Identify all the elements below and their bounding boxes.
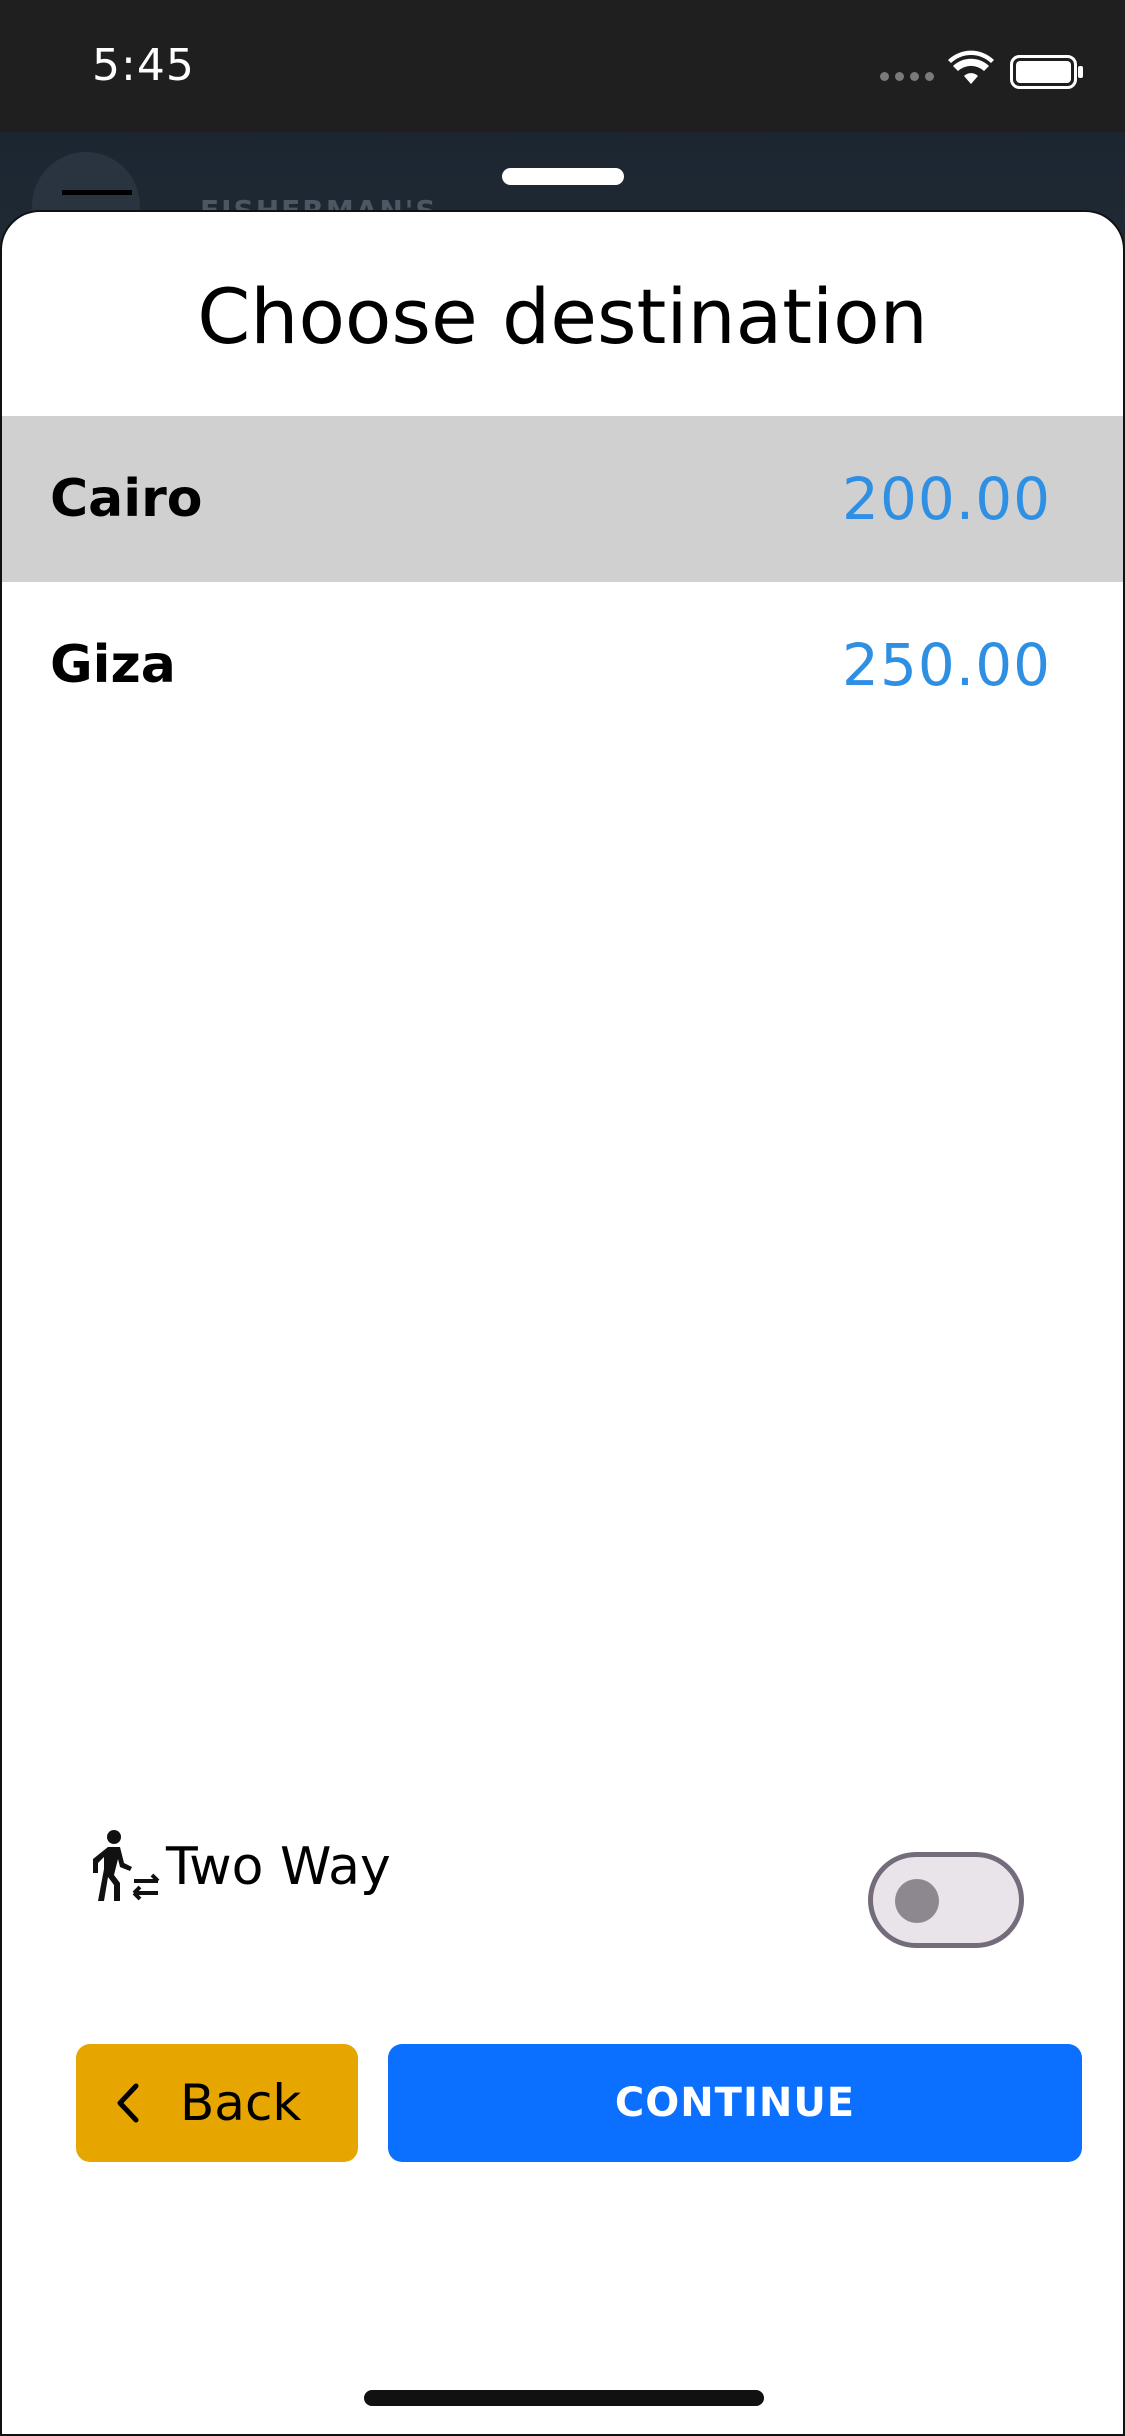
status-bar: 5:45 — [0, 0, 1125, 132]
destination-price: 200.00 — [842, 465, 1051, 533]
destination-row-cairo[interactable]: Cairo 200.00 — [2, 416, 1123, 582]
menu-icon — [62, 190, 132, 195]
toggle-knob — [895, 1879, 939, 1923]
signal-dots-icon — [880, 72, 934, 81]
two-way-toggle[interactable] — [868, 1852, 1024, 1948]
battery-icon — [1010, 55, 1083, 89]
continue-button[interactable]: CONTINUE — [388, 2044, 1082, 2162]
sheet-title: Choose destination — [197, 272, 928, 361]
destination-name: Cairo — [50, 469, 203, 529]
chevron-left-icon — [117, 2083, 139, 2123]
destination-row-giza[interactable]: Giza 250.00 — [2, 582, 1123, 748]
destination-sheet: Choose destination Cairo 200.00 Giza 250… — [0, 210, 1125, 2436]
two-way-row: Two Way — [92, 1822, 391, 1912]
walking-transfer-icon — [93, 1830, 160, 1901]
back-button-label: Back — [180, 2074, 302, 2132]
home-indicator — [364, 2390, 764, 2406]
continue-button-label: CONTINUE — [614, 2080, 856, 2126]
back-button[interactable]: Back — [76, 2044, 358, 2162]
wifi-icon — [948, 50, 994, 84]
two-way-label: Two Way — [166, 1837, 391, 1897]
destination-price: 250.00 — [842, 631, 1051, 699]
status-time: 5:45 — [92, 40, 195, 91]
screen: 5:45 FISHERMAN'S Choose destination Cair… — [0, 0, 1125, 2436]
sheet-grabber-handle[interactable] — [502, 168, 624, 185]
destination-name: Giza — [50, 635, 176, 695]
